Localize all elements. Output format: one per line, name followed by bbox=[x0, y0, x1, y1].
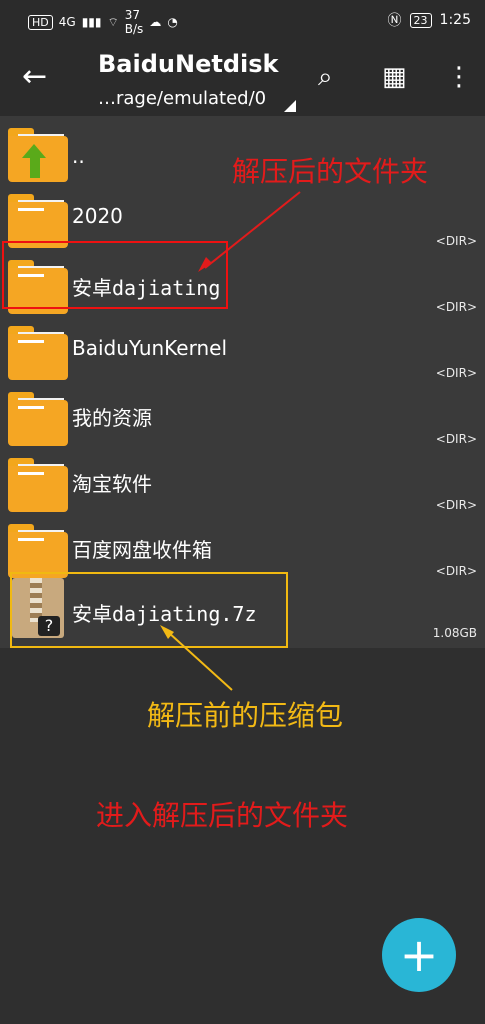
file-meta: 1.08GB bbox=[432, 626, 477, 640]
parent-folder-icon bbox=[8, 128, 68, 182]
file-name: 我的资源 bbox=[72, 406, 152, 430]
annotation-enter-extracted-folder: 进入解压后的文件夹 bbox=[96, 799, 349, 832]
status-bar: HD 4G ▮▮▮ ⌔ 37 B/s ☁ ◔ Ⓝ 23 1:25 bbox=[0, 0, 485, 40]
file-list: .. 2020 <DIR> 安卓dajiating <DIR> BaiduYun… bbox=[0, 116, 485, 648]
file-name: 2020 bbox=[72, 204, 123, 228]
data-speed: 37 B/s bbox=[124, 8, 144, 36]
back-arrow-icon[interactable]: ← bbox=[22, 62, 47, 92]
plus-icon: + bbox=[399, 928, 439, 982]
nfc-icon: Ⓝ bbox=[387, 13, 402, 29]
file-meta: <DIR> bbox=[435, 234, 477, 248]
battery-level: 23 bbox=[409, 12, 432, 28]
file-row-baiduyunkernel[interactable]: BaiduYunKernel <DIR> bbox=[0, 318, 485, 384]
file-meta: <DIR> bbox=[435, 564, 477, 578]
current-path[interactable]: …rage/emulated/0 bbox=[98, 88, 266, 109]
folder-icon bbox=[8, 392, 68, 446]
file-name: 淘宝软件 bbox=[72, 472, 152, 496]
signal-icon: ▮▮▮ bbox=[81, 15, 102, 29]
file-meta: <DIR> bbox=[435, 366, 477, 380]
file-meta: <DIR> bbox=[435, 498, 477, 512]
file-name: BaiduYunKernel bbox=[72, 336, 228, 360]
file-meta: <DIR> bbox=[435, 300, 477, 314]
file-meta: <DIR> bbox=[435, 432, 477, 446]
file-row-taobao-software[interactable]: 淘宝软件 <DIR> bbox=[0, 450, 485, 516]
highlight-box-extracted-folder bbox=[2, 241, 228, 309]
app-title: BaiduNetdisk bbox=[98, 50, 279, 78]
download-icon: ◔ bbox=[167, 15, 178, 29]
status-left: HD 4G ▮▮▮ ⌔ 37 B/s ☁ ◔ bbox=[28, 8, 178, 36]
highlight-box-archive bbox=[10, 572, 288, 648]
folder-icon bbox=[8, 458, 68, 512]
path-dropdown-icon[interactable] bbox=[284, 100, 296, 112]
status-right: Ⓝ 23 1:25 bbox=[388, 10, 471, 30]
folder-icon bbox=[8, 524, 68, 578]
add-fab-button[interactable]: + bbox=[382, 918, 456, 992]
clock: 1:25 bbox=[439, 12, 471, 28]
more-options-icon[interactable]: ⋮ bbox=[446, 62, 472, 92]
folder-icon bbox=[8, 326, 68, 380]
hd-badge: HD bbox=[28, 14, 53, 30]
annotation-after-extract-folder: 解压后的文件夹 bbox=[232, 155, 429, 188]
network-type: 4G bbox=[58, 15, 76, 29]
wifi-icon: ⌔ bbox=[107, 14, 119, 29]
file-name: 百度网盘收件箱 bbox=[72, 538, 212, 562]
toolbar: ← BaiduNetdisk …rage/emulated/0 ⌕ ▦ ⋮ bbox=[0, 40, 485, 116]
folder-icon bbox=[8, 194, 68, 248]
annotation-before-extract-archive: 解压前的压缩包 bbox=[147, 699, 344, 732]
file-row-my-resources[interactable]: 我的资源 <DIR> bbox=[0, 384, 485, 450]
grid-view-icon[interactable]: ▦ bbox=[382, 62, 407, 92]
file-name: .. bbox=[72, 144, 85, 168]
cloud-icon: ☁ bbox=[149, 15, 162, 29]
search-icon[interactable]: ⌕ bbox=[318, 62, 333, 92]
